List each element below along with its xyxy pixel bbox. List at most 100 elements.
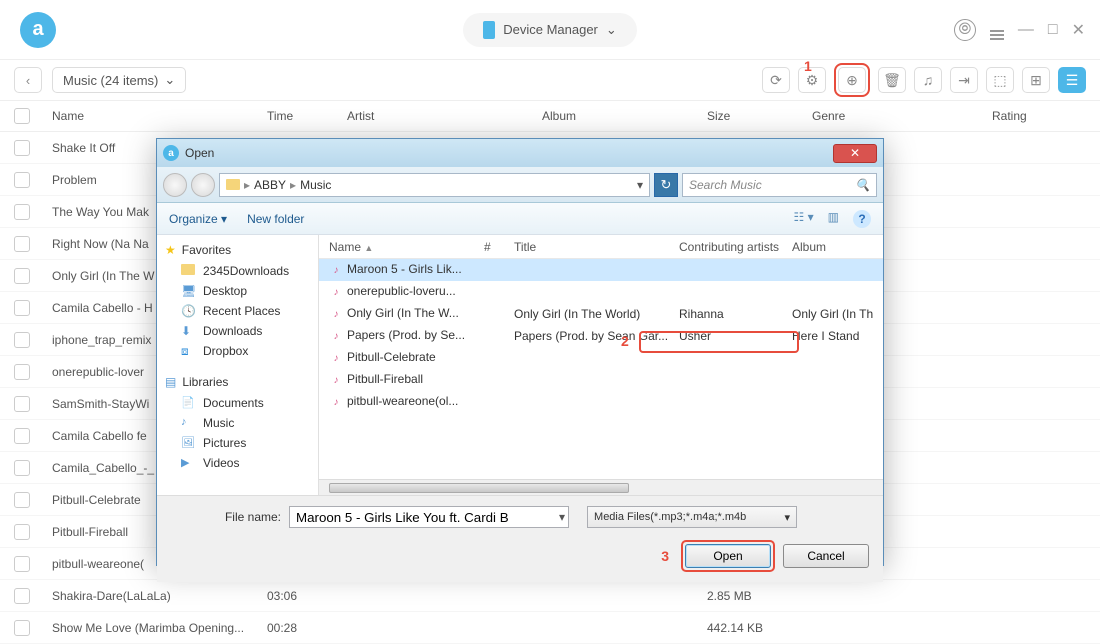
menu-icon[interactable] bbox=[990, 19, 1004, 40]
new-folder-button[interactable]: New folder bbox=[247, 212, 304, 226]
back-button[interactable]: ‹ bbox=[14, 67, 42, 93]
sidebar-item[interactable]: ▶Videos bbox=[157, 453, 318, 473]
device-selector[interactable]: Device Manager ⌄ bbox=[463, 13, 637, 47]
col-genre[interactable]: Genre bbox=[812, 109, 992, 123]
grid-view-button[interactable]: ⊞ bbox=[1022, 67, 1050, 93]
list-view-button[interactable]: ☰ bbox=[1058, 67, 1086, 93]
file-row[interactable]: ♪Papers (Prod. by Se... Papers (Prod. by… bbox=[319, 325, 883, 347]
nav-back-button[interactable] bbox=[163, 173, 187, 197]
add-button[interactable]: ⊕ bbox=[838, 67, 866, 93]
dialog-close-button[interactable]: ✕ bbox=[833, 144, 877, 163]
row-checkbox[interactable] bbox=[14, 140, 30, 156]
sidebar-item[interactable]: 🖼Pictures bbox=[157, 433, 318, 453]
row-checkbox[interactable] bbox=[14, 300, 30, 316]
file-list-header: Name ▲ # Title Contributing artists Albu… bbox=[319, 235, 883, 259]
row-checkbox[interactable] bbox=[14, 588, 30, 604]
nav-forward-button[interactable] bbox=[191, 173, 215, 197]
sidebar-item[interactable]: ♪Music bbox=[157, 413, 318, 433]
fl-col-name[interactable]: Name ▲ bbox=[329, 240, 484, 254]
device-label: Device Manager bbox=[503, 22, 598, 37]
preview-pane-button[interactable]: ▥ bbox=[828, 210, 839, 228]
delete-button[interactable]: 🗑 bbox=[878, 67, 906, 93]
to-device-button[interactable]: ⇥ bbox=[950, 67, 978, 93]
row-checkbox[interactable] bbox=[14, 172, 30, 188]
select-all-checkbox[interactable] bbox=[14, 108, 30, 124]
to-itunes-button[interactable]: ♫ bbox=[914, 67, 942, 93]
row-checkbox[interactable] bbox=[14, 204, 30, 220]
fl-col-num[interactable]: # bbox=[484, 240, 514, 254]
sidebar-item[interactable]: 2345Downloads bbox=[157, 261, 318, 281]
search-input[interactable]: Search Music 🔍 bbox=[682, 173, 877, 197]
fl-col-album[interactable]: Album bbox=[792, 240, 883, 254]
marker-2: 2 bbox=[621, 333, 629, 349]
row-checkbox[interactable] bbox=[14, 428, 30, 444]
star-icon: ★ bbox=[165, 243, 176, 257]
chevron-down-icon: ⌄ bbox=[606, 22, 617, 38]
sidebar-item[interactable]: ⬇Downloads bbox=[157, 321, 318, 341]
music-dropdown[interactable]: Music (24 items) ⌄ bbox=[52, 67, 186, 93]
col-album[interactable]: Album bbox=[542, 109, 707, 123]
file-row[interactable]: ♪pitbull-weareone(ol... bbox=[319, 391, 883, 413]
phone-icon bbox=[483, 21, 495, 39]
breadcrumb[interactable]: ▸ ABBY ▸ Music ▾ bbox=[219, 173, 650, 197]
refresh-button[interactable]: ↻ bbox=[654, 173, 678, 197]
filetype-select[interactable]: Media Files(*.mp3;*.m4a;*.m4b▾ bbox=[587, 506, 797, 528]
organize-menu[interactable]: Organize ▾ bbox=[169, 212, 227, 226]
sidebar-item-icon: 🕓 bbox=[181, 304, 197, 318]
col-size[interactable]: Size bbox=[707, 109, 812, 123]
fl-col-contrib[interactable]: Contributing artists bbox=[679, 240, 792, 254]
row-checkbox[interactable] bbox=[14, 268, 30, 284]
window-controls: ⦾ — □ ✕ bbox=[954, 19, 1085, 41]
bc-part-2[interactable]: Music bbox=[300, 178, 331, 192]
sidebar-item[interactable]: ⧈Dropbox bbox=[157, 341, 318, 361]
table-row[interactable]: Show Me Love (Marimba Opening... 00:28 4… bbox=[0, 612, 1100, 644]
row-checkbox[interactable] bbox=[14, 236, 30, 252]
music-dropdown-label: Music (24 items) bbox=[63, 73, 158, 88]
cell-size: 2.85 MB bbox=[707, 589, 812, 603]
row-checkbox[interactable] bbox=[14, 556, 30, 572]
search-icon[interactable]: ⦾ bbox=[954, 19, 976, 41]
table-row[interactable]: Shakira-Dare(LaLaLa) 03:06 2.85 MB bbox=[0, 580, 1100, 612]
music-file-icon: ♪ bbox=[329, 352, 343, 366]
minimize-icon[interactable]: — bbox=[1018, 21, 1034, 39]
row-checkbox[interactable] bbox=[14, 524, 30, 540]
file-row[interactable]: ♪onerepublic-loveru... bbox=[319, 281, 883, 303]
maximize-icon[interactable]: □ bbox=[1048, 21, 1058, 39]
sidebar-item[interactable]: 🕓Recent Places bbox=[157, 301, 318, 321]
sidebar-item[interactable]: 📄Documents bbox=[157, 393, 318, 413]
file-row[interactable]: ♪Maroon 5 - Girls Lik... bbox=[319, 259, 883, 281]
file-row[interactable]: ♪Pitbull-Fireball bbox=[319, 369, 883, 391]
titlebar: a Device Manager ⌄ ⦾ — □ ✕ bbox=[0, 0, 1100, 60]
sidebar-libraries[interactable]: ▤Libraries bbox=[157, 371, 318, 393]
to-pc-button[interactable]: ⬚ bbox=[986, 67, 1014, 93]
file-row[interactable]: ♪Pitbull-Celebrate bbox=[319, 347, 883, 369]
close-icon[interactable]: ✕ bbox=[1072, 20, 1085, 40]
sidebar-item-icon: ⬇ bbox=[181, 324, 197, 338]
filename-input[interactable] bbox=[289, 506, 569, 528]
refresh-button[interactable]: ⟳ bbox=[762, 67, 790, 93]
row-checkbox[interactable] bbox=[14, 492, 30, 508]
row-checkbox[interactable] bbox=[14, 332, 30, 348]
open-button[interactable]: Open bbox=[685, 544, 771, 568]
filename-label: File name: bbox=[171, 510, 281, 524]
col-time[interactable]: Time bbox=[267, 109, 347, 123]
row-checkbox[interactable] bbox=[14, 620, 30, 636]
bc-part-1[interactable]: ABBY bbox=[254, 178, 286, 192]
cancel-button[interactable]: Cancel bbox=[783, 544, 869, 568]
row-checkbox[interactable] bbox=[14, 364, 30, 380]
col-artist[interactable]: Artist bbox=[347, 109, 542, 123]
file-row[interactable]: ♪Only Girl (In The W... Only Girl (In Th… bbox=[319, 303, 883, 325]
sidebar-item[interactable]: 🖥Desktop bbox=[157, 281, 318, 301]
horizontal-scrollbar[interactable] bbox=[319, 479, 883, 495]
row-checkbox[interactable] bbox=[14, 396, 30, 412]
table-header: Name Time Artist Album Size Genre Rating bbox=[0, 100, 1100, 132]
col-rating[interactable]: Rating bbox=[992, 109, 1100, 123]
help-button[interactable]: ? bbox=[853, 210, 871, 228]
sidebar-favorites[interactable]: ★Favorites bbox=[157, 239, 318, 261]
fl-col-title[interactable]: Title bbox=[514, 240, 679, 254]
view-options-button[interactable]: ☷ ▾ bbox=[794, 210, 814, 228]
cell-time: 03:06 bbox=[267, 589, 347, 603]
settings-button[interactable]: ⚙ bbox=[798, 67, 826, 93]
row-checkbox[interactable] bbox=[14, 460, 30, 476]
col-name[interactable]: Name bbox=[52, 109, 267, 123]
